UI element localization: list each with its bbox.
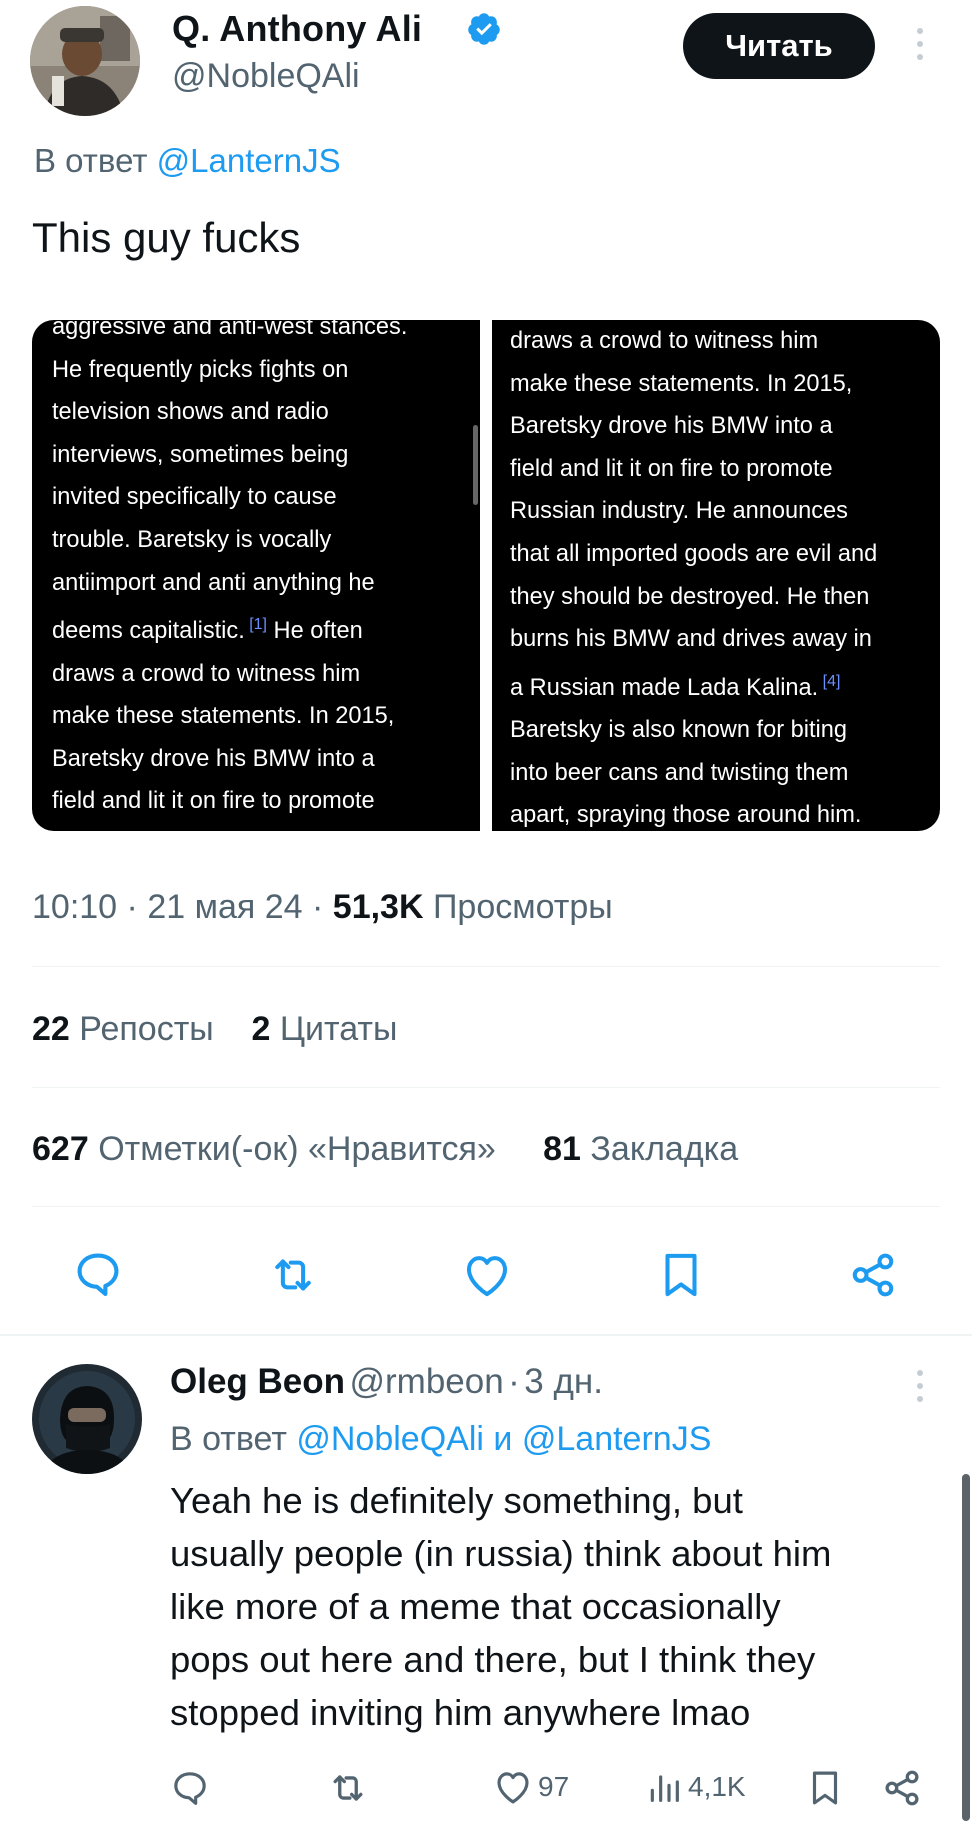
citation-ref-link[interactable]: [4] bbox=[818, 673, 841, 690]
reply-context: В ответ @LanternJS bbox=[34, 142, 341, 179]
image-text-line: field and lit it on fire to promote bbox=[52, 788, 375, 815]
reply-bookmark-icon[interactable] bbox=[804, 1766, 846, 1810]
follow-button[interactable]: Читать bbox=[683, 13, 875, 79]
image-scrollbar bbox=[473, 425, 478, 505]
views-chart-icon bbox=[644, 1766, 684, 1808]
reply-repost-icon[interactable] bbox=[326, 1766, 370, 1810]
tweet-metadata: 10:10 · 21 мая 24 · 51,3K Просмотры bbox=[32, 888, 613, 926]
reply-author-name[interactable]: Oleg Beon bbox=[170, 1362, 345, 1401]
verified-badge-icon bbox=[466, 11, 502, 47]
image-text-line: Baretsky drove his BMW into a bbox=[52, 745, 375, 772]
image-text-line: Russian industry. He announces bbox=[510, 498, 848, 525]
repost-stats: 22 Репосты 2 Цитаты bbox=[32, 1010, 397, 1049]
image-text-line: draws a crowd to witness him bbox=[52, 660, 361, 687]
reply-header: Oleg Beon @rmbeon · 3 дн. bbox=[170, 1362, 603, 1401]
image-text-line: deems capitalistic. [1] He often bbox=[52, 616, 363, 645]
author-name[interactable]: Q. Anthony Ali bbox=[172, 8, 422, 50]
tweet-date[interactable]: 21 мая 24 bbox=[147, 888, 302, 926]
image-text-line: television shows and radio bbox=[52, 399, 329, 426]
image-text-line: they should be destroyed. He then bbox=[510, 583, 870, 610]
image-text-line: a Russian made Lada Kalina. [4] bbox=[510, 672, 841, 701]
reply-more-options-icon[interactable] bbox=[914, 1370, 926, 1402]
reply-like-icon bbox=[492, 1766, 534, 1808]
reply-icon[interactable] bbox=[72, 1248, 124, 1300]
reply-like-count: 97 bbox=[538, 1771, 570, 1802]
like-icon[interactable] bbox=[460, 1248, 514, 1302]
tweet-time[interactable]: 10:10 bbox=[32, 888, 117, 926]
citation-ref-link[interactable]: [1] bbox=[245, 616, 267, 633]
image-text-line: make these statements. In 2015, bbox=[510, 370, 853, 397]
page-scrollbar[interactable] bbox=[962, 1474, 970, 1821]
reply-views-button[interactable]: 4,1K bbox=[644, 1766, 746, 1808]
author-handle[interactable]: @NobleQAli bbox=[172, 57, 360, 96]
reply-text: Yeah he is definitely something, but usu… bbox=[170, 1480, 832, 1733]
image-text-line: field and lit it on fire to promote bbox=[510, 455, 833, 482]
image-text-line: invited specifically to cause bbox=[52, 484, 337, 511]
section-divider bbox=[0, 1334, 972, 1336]
more-options-icon[interactable] bbox=[914, 28, 926, 60]
image-text-line: aggressive and anti-west stances. bbox=[52, 320, 408, 340]
views-label: Просмотры bbox=[432, 888, 613, 926]
divider bbox=[32, 1087, 940, 1088]
image-text-line: Baretsky is also known for biting bbox=[510, 717, 848, 744]
share-icon[interactable] bbox=[846, 1248, 900, 1302]
tweet-image-right[interactable]: draws a crowd to witness him make these s… bbox=[492, 320, 940, 831]
image-text-line: antiimport and anti anything he bbox=[52, 569, 375, 596]
author-avatar[interactable] bbox=[30, 6, 140, 116]
image-text-line: into beer cans and twisting them bbox=[510, 759, 849, 786]
like-stats: 627 Отметки(-ок) «Нравится» 81 Закладка bbox=[32, 1130, 738, 1169]
image-text-line: trouble. Baretsky is vocally bbox=[52, 526, 332, 553]
reposts-link[interactable]: 22 Репосты bbox=[32, 1010, 214, 1048]
views-count: 51,3K bbox=[332, 888, 424, 926]
reply-like-button[interactable]: 97 bbox=[492, 1766, 569, 1808]
reply-share-icon[interactable] bbox=[880, 1766, 924, 1810]
image-text-line: draws a crowd to witness him bbox=[510, 328, 819, 354]
quotes-link[interactable]: 2 Цитаты bbox=[252, 1010, 398, 1048]
bookmarks-link[interactable]: 81 Закладка bbox=[543, 1130, 738, 1168]
reply-view-count: 4,1K bbox=[688, 1771, 746, 1802]
image-text-line: make these statements. In 2015, bbox=[52, 703, 395, 730]
image-text-line: He frequently picks fights on bbox=[52, 356, 349, 383]
reply-reply-icon[interactable] bbox=[170, 1768, 210, 1808]
image-text-line: apart, spraying those around him. bbox=[510, 802, 862, 829]
reply-context: В ответ @NobleQAli и @LanternJS bbox=[170, 1420, 712, 1458]
image-text-line: Baretsky drove his BMW into a bbox=[510, 413, 833, 440]
reply-author-avatar[interactable] bbox=[32, 1364, 142, 1474]
divider bbox=[32, 966, 940, 967]
image-text-line: that all imported goods are evil and bbox=[510, 540, 878, 567]
divider bbox=[32, 1206, 940, 1207]
reply-mention-link[interactable]: @LanternJS bbox=[157, 142, 341, 179]
tweet-text: This guy fucks bbox=[32, 214, 301, 261]
bookmark-icon[interactable] bbox=[654, 1248, 708, 1302]
tweet-image-left[interactable]: aggressive and anti-west stances. He freq… bbox=[32, 320, 480, 831]
image-text-line: burns his BMW and drives away in bbox=[510, 626, 872, 653]
reply-author-handle[interactable]: @rmbeon bbox=[349, 1362, 503, 1401]
reply-age[interactable]: 3 дн. bbox=[524, 1362, 603, 1401]
image-text-line: interviews, sometimes being bbox=[52, 441, 349, 468]
repost-icon[interactable] bbox=[266, 1248, 320, 1302]
reply-mention-link[interactable]: @NobleQAli bbox=[296, 1420, 484, 1458]
likes-link[interactable]: 627 Отметки(-ок) «Нравится» bbox=[32, 1130, 496, 1168]
reply-mention-link[interactable]: @LanternJS bbox=[522, 1420, 712, 1458]
